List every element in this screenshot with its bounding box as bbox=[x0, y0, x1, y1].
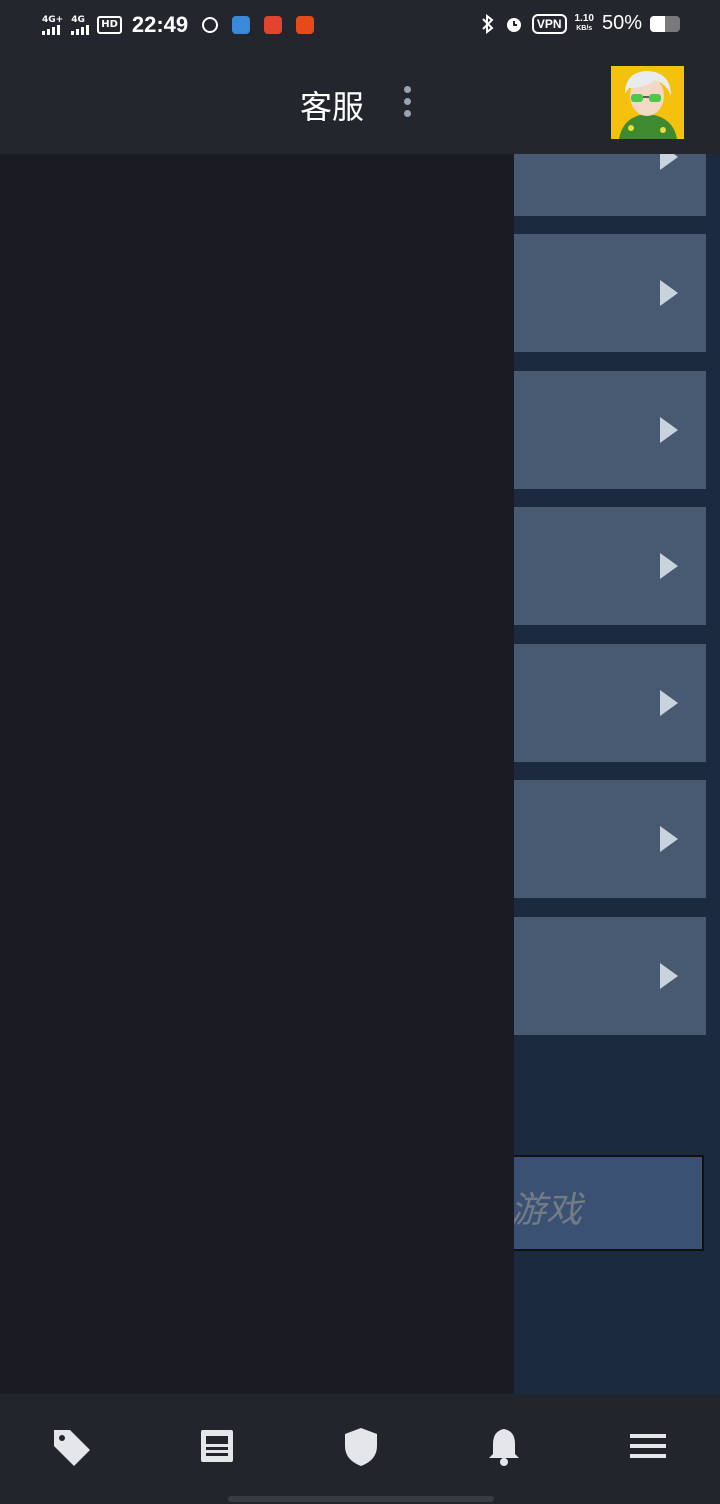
bottom-nav bbox=[0, 1394, 720, 1504]
battery-icon bbox=[650, 15, 680, 32]
play-arrow-icon bbox=[660, 826, 678, 852]
app-header: 客服 bbox=[0, 52, 720, 154]
app-notification-icon bbox=[232, 16, 251, 34]
network-type-1: 4G+ bbox=[42, 14, 64, 25]
alarm-icon bbox=[506, 17, 521, 32]
play-arrow-icon bbox=[660, 963, 678, 989]
list-item[interactable] bbox=[514, 154, 706, 216]
list-item[interactable] bbox=[514, 371, 706, 489]
bell-icon[interactable] bbox=[482, 1424, 526, 1468]
avatar[interactable] bbox=[611, 66, 684, 139]
list-item[interactable] bbox=[514, 234, 706, 352]
vpn-badge: VPN bbox=[531, 13, 567, 34]
battery-percent: 50% bbox=[601, 12, 642, 34]
listen-app-icon bbox=[296, 16, 315, 34]
page-title: 客服 bbox=[300, 88, 365, 126]
hd-voice-icon: HD bbox=[97, 16, 122, 34]
status-bar: 4G+ 4G HD 22:49 VPN 1.10 KB/s 50% bbox=[0, 0, 720, 52]
cell-signal-1: 4G+ bbox=[42, 14, 64, 35]
list-item[interactable] bbox=[514, 507, 706, 625]
play-arrow-icon bbox=[660, 154, 678, 170]
play-arrow-icon bbox=[660, 280, 678, 306]
play-arrow-icon bbox=[660, 690, 678, 716]
speed-value: 1.10 bbox=[574, 12, 594, 24]
list-item[interactable] bbox=[514, 917, 706, 1035]
tag-icon[interactable] bbox=[50, 1424, 94, 1468]
home-indicator[interactable] bbox=[228, 1496, 494, 1502]
play-arrow-icon bbox=[660, 417, 678, 443]
play-arrow-icon bbox=[660, 553, 678, 579]
game-button[interactable]: 游戏 bbox=[510, 1155, 704, 1251]
shield-icon[interactable] bbox=[339, 1424, 383, 1468]
list-item[interactable] bbox=[514, 644, 706, 762]
side-drawer bbox=[0, 154, 514, 1394]
signal-bars-icon bbox=[42, 24, 63, 35]
clock: 22:49 bbox=[131, 12, 189, 37]
cell-signal-2: 4G bbox=[71, 14, 90, 35]
network-type-2: 4G bbox=[71, 14, 85, 25]
signal-bars-icon bbox=[71, 24, 90, 35]
menu-icon[interactable] bbox=[626, 1424, 670, 1468]
game-button-label: 游戏 bbox=[510, 1190, 583, 1231]
network-speed: 1.10 KB/s bbox=[574, 12, 594, 34]
game-app-icon bbox=[264, 16, 283, 34]
more-options-icon[interactable] bbox=[398, 86, 416, 122]
speed-unit: KB/s bbox=[576, 24, 593, 32]
news-icon[interactable] bbox=[196, 1424, 240, 1468]
sync-icon bbox=[202, 17, 219, 33]
bluetooth-icon bbox=[482, 13, 494, 34]
list-item[interactable] bbox=[514, 780, 706, 898]
